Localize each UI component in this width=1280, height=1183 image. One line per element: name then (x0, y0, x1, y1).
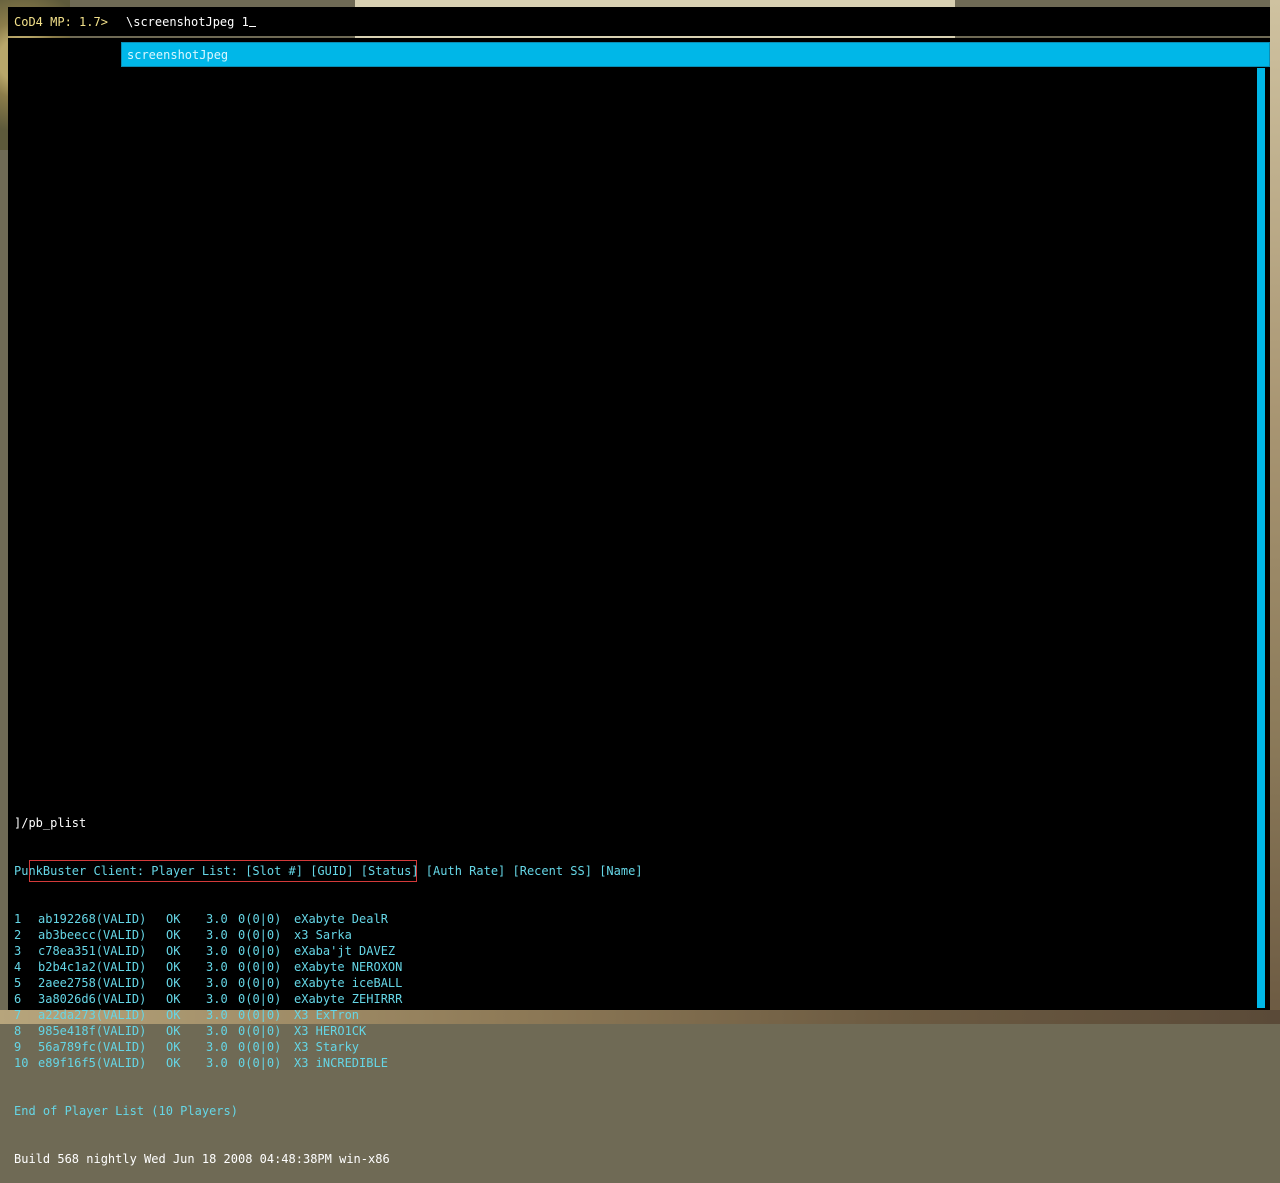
console-input-bar[interactable]: CoD4 MP: 1.7> \screenshotJpeg 1 (8, 7, 1270, 36)
player-name: eXabyte iceBALL (294, 976, 403, 990)
player-row: 9 56a789fc(VALID) OK 3.0 0(0|0) X3 Starky (14, 1039, 643, 1055)
player-auth-rate: 3.0 (206, 1056, 228, 1070)
player-guid: b2b4c1a2(VALID) (38, 960, 147, 974)
player-guid: 985e418f(VALID) (38, 1024, 147, 1038)
player-name: X3 Starky (294, 1040, 360, 1054)
text-caret-icon (248, 15, 256, 27)
player-slot: 8 (14, 1024, 22, 1038)
player-slot: 9 (14, 1040, 22, 1054)
player-slot: 6 (14, 992, 22, 1006)
player-status: OK (166, 1008, 181, 1022)
player-status: OK (166, 944, 181, 958)
player-name: eXaba'jt DAVEZ (294, 944, 396, 958)
player-status: OK (166, 992, 181, 1006)
player-auth-rate: 3.0 (206, 912, 228, 926)
player-auth-rate: 3.0 (206, 1040, 228, 1054)
player-row: 8 985e418f(VALID) OK 3.0 0(0|0) X3 HERO1CK (14, 1023, 643, 1039)
player-auth-rate: 3.0 (206, 992, 228, 1006)
player-slot: 4 (14, 960, 22, 974)
player-status: OK (166, 960, 181, 974)
command-echo: ]/pb_plist (14, 816, 87, 830)
player-guid: a22da273(VALID) (38, 1008, 147, 1022)
player-slot: 2 (14, 928, 22, 942)
player-slot: 3 (14, 944, 22, 958)
autocomplete-dropdown[interactable]: screenshotJpeg (121, 42, 1270, 67)
player-name: x3 Sarka (294, 928, 352, 942)
player-guid: 56a789fc(VALID) (38, 1040, 147, 1054)
console-prompt: CoD4 MP: 1.7> (14, 15, 108, 29)
player-slot: 7 (14, 1008, 22, 1022)
player-auth-rate: 3.0 (206, 1008, 228, 1022)
player-recent-ss: 0(0|0) (238, 976, 282, 990)
player-recent-ss: 0(0|0) (238, 928, 282, 942)
player-auth-rate: 3.0 (206, 976, 228, 990)
player-recent-ss: 0(0|0) (238, 960, 282, 974)
player-recent-ss: 0(0|0) (238, 1056, 282, 1070)
highlight-box (29, 860, 417, 882)
player-status: OK (166, 976, 181, 990)
background-right-edge (1270, 0, 1280, 1024)
player-name: X3 ExTron (294, 1008, 360, 1022)
player-recent-ss: 0(0|0) (238, 1024, 282, 1038)
player-slot: 5 (14, 976, 22, 990)
player-slot: 1 (14, 912, 22, 926)
player-guid: c78ea351(VALID) (38, 944, 147, 958)
player-status: OK (166, 1040, 181, 1054)
player-name: X3 HERO1CK (294, 1024, 367, 1038)
autocomplete-item[interactable]: screenshotJpeg (127, 48, 228, 62)
player-status: OK (166, 912, 181, 926)
player-row: 3 c78ea351(VALID) OK 3.0 0(0|0) eXaba'jt DAVE… (14, 943, 643, 959)
player-recent-ss: 0(0|0) (238, 912, 282, 926)
build-info: Build 568 nightly Wed Jun 18 2008 04:48:… (14, 1152, 390, 1166)
player-list: 1 ab192268(VALID) OK 3.0 0(0|0) eXabyte DealR… (14, 911, 643, 1071)
console-scrollbar-thumb[interactable] (1257, 68, 1265, 1008)
player-recent-ss: 0(0|0) (238, 992, 282, 1006)
player-guid: ab3beecc(VALID) (38, 928, 147, 942)
player-row: 6 3a8026d6(VALID) OK 3.0 0(0|0) eXabyte ZEHIR… (14, 991, 643, 1007)
player-guid: e89f16f5(VALID) (38, 1056, 147, 1070)
player-auth-rate: 3.0 (206, 944, 228, 958)
player-row: 2 ab3beecc(VALID) OK 3.0 0(0|0) x3 Sarka (14, 927, 643, 943)
player-row: 10 e89f16f5(VALID) OK 3.0 0(0|0) X3 iNCREDIBL… (14, 1055, 643, 1071)
player-row: 4 b2b4c1a2(VALID) OK 3.0 0(0|0) eXabyte NEROX… (14, 959, 643, 975)
player-guid: 3a8026d6(VALID) (38, 992, 147, 1006)
player-auth-rate: 3.0 (206, 960, 228, 974)
player-status: OK (166, 1024, 181, 1038)
player-status: OK (166, 1056, 181, 1070)
player-name: eXabyte ZEHIRRR (294, 992, 403, 1006)
player-slot: 10 (14, 1056, 29, 1070)
player-status: OK (166, 928, 181, 942)
player-auth-rate: 3.0 (206, 1024, 228, 1038)
player-recent-ss: 0(0|0) (238, 1008, 282, 1022)
player-recent-ss: 0(0|0) (238, 944, 282, 958)
player-name: eXabyte NEROXON (294, 960, 403, 974)
player-name: X3 iNCREDIBLE (294, 1056, 388, 1070)
player-row: 1 ab192268(VALID) OK 3.0 0(0|0) eXabyte DealR (14, 911, 643, 927)
player-row: 5 2aee2758(VALID) OK 3.0 0(0|0) eXabyte iceBA… (14, 975, 643, 991)
console-input-text: \screenshotJpeg 1 (126, 15, 249, 29)
player-guid: 2aee2758(VALID) (38, 976, 147, 990)
player-row: 7 a22da273(VALID) OK 3.0 0(0|0) X3 ExTron (14, 1007, 643, 1023)
player-name: eXabyte DealR (294, 912, 388, 926)
console-scrollbar[interactable] (1257, 68, 1265, 1008)
player-recent-ss: 0(0|0) (238, 1040, 282, 1054)
console-input-field[interactable]: \screenshotJpeg 1 (126, 15, 256, 29)
player-list-footer: End of Player List (10 Players) (14, 1104, 238, 1118)
player-auth-rate: 3.0 (206, 928, 228, 942)
console-log: ]/pb_plist PunkBuster Client: Player Lis… (14, 783, 643, 1183)
player-guid: ab192268(VALID) (38, 912, 147, 926)
